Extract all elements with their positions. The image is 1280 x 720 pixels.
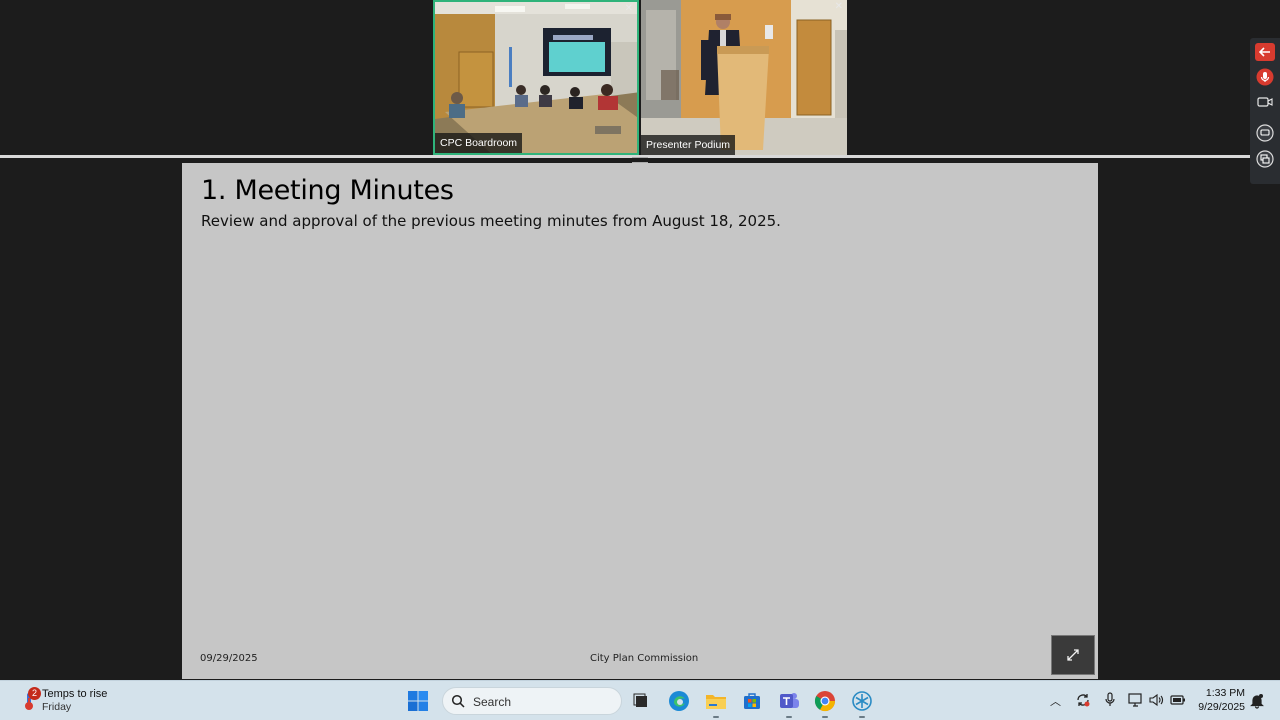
search-icon — [451, 694, 465, 708]
video-tile-podium[interactable]: ✕ Presenter Podium — [641, 0, 847, 155]
chat-icon[interactable] — [1256, 124, 1274, 142]
store-icon[interactable] — [739, 688, 765, 714]
edge-icon[interactable] — [666, 688, 692, 714]
back-arrow-icon[interactable] — [1255, 43, 1275, 61]
clock-date[interactable]: 9/29/2025 — [1190, 701, 1245, 713]
video-tile-boardroom[interactable]: ✕ CPC Boardroom — [433, 0, 639, 155]
weather-widget[interactable]: 2 Temps to rise Friday — [14, 686, 154, 716]
slide-footer-organization: City Plan Commission — [590, 653, 699, 664]
sync-icon[interactable] — [1075, 692, 1091, 708]
search-placeholder: Search — [473, 695, 512, 709]
battery-icon[interactable] — [1170, 692, 1186, 708]
podium-video-feed — [641, 0, 847, 155]
shared-slide: 1. Meeting Minutes Review and approval o… — [182, 163, 1098, 679]
taskbar-search[interactable]: Search — [442, 687, 622, 715]
slide-title: 1. Meeting Minutes — [201, 175, 454, 206]
task-view-icon[interactable] — [628, 688, 654, 714]
running-indicator — [859, 716, 865, 718]
running-indicator — [822, 716, 828, 718]
screen: ✕ CPC Boardroom ✕ Presenter Podium 1. Me… — [0, 0, 1280, 720]
video-tile-label: CPC Boardroom — [435, 133, 523, 153]
file-explorer-icon[interactable] — [703, 688, 729, 718]
snowflake-app-icon[interactable] — [849, 688, 875, 718]
meeting-toolbar — [1250, 38, 1280, 184]
display-icon[interactable] — [1128, 692, 1144, 708]
teams-icon[interactable] — [776, 688, 802, 718]
slide-footer-date: 09/29/2025 — [200, 653, 258, 664]
panel-divider — [0, 155, 1250, 163]
clock-time[interactable]: 1:33 PM — [1195, 687, 1245, 699]
running-indicator — [786, 716, 792, 718]
microphone-icon[interactable] — [1102, 692, 1118, 708]
start-button[interactable] — [406, 689, 430, 713]
notification-badge: 2 — [28, 687, 41, 700]
chrome-icon[interactable] — [812, 688, 838, 718]
running-indicator — [713, 716, 719, 718]
weather-subtitle: Friday — [42, 701, 72, 713]
chevron-up-icon[interactable]: ︿ — [1050, 693, 1061, 709]
weather-title: Temps to rise — [42, 688, 108, 700]
microphone-icon[interactable] — [1256, 68, 1274, 86]
slide-body-text: Review and approval of the previous meet… — [201, 212, 781, 230]
taskbar: 2 Temps to rise Friday Search ︿ 1:33 PM … — [0, 680, 1280, 720]
exit-fullscreen-button[interactable] — [1051, 635, 1095, 675]
close-icon[interactable]: ✕ — [625, 4, 633, 14]
volume-icon[interactable] — [1148, 692, 1164, 708]
video-tile-label: Presenter Podium — [641, 135, 736, 155]
collapse-icon — [1067, 649, 1079, 661]
camera-icon[interactable] — [1256, 93, 1274, 111]
notification-bell-icon[interactable] — [1250, 693, 1264, 714]
close-icon[interactable]: ✕ — [835, 2, 843, 12]
share-screen-icon[interactable] — [1256, 150, 1274, 168]
windows-logo-icon — [408, 691, 428, 711]
